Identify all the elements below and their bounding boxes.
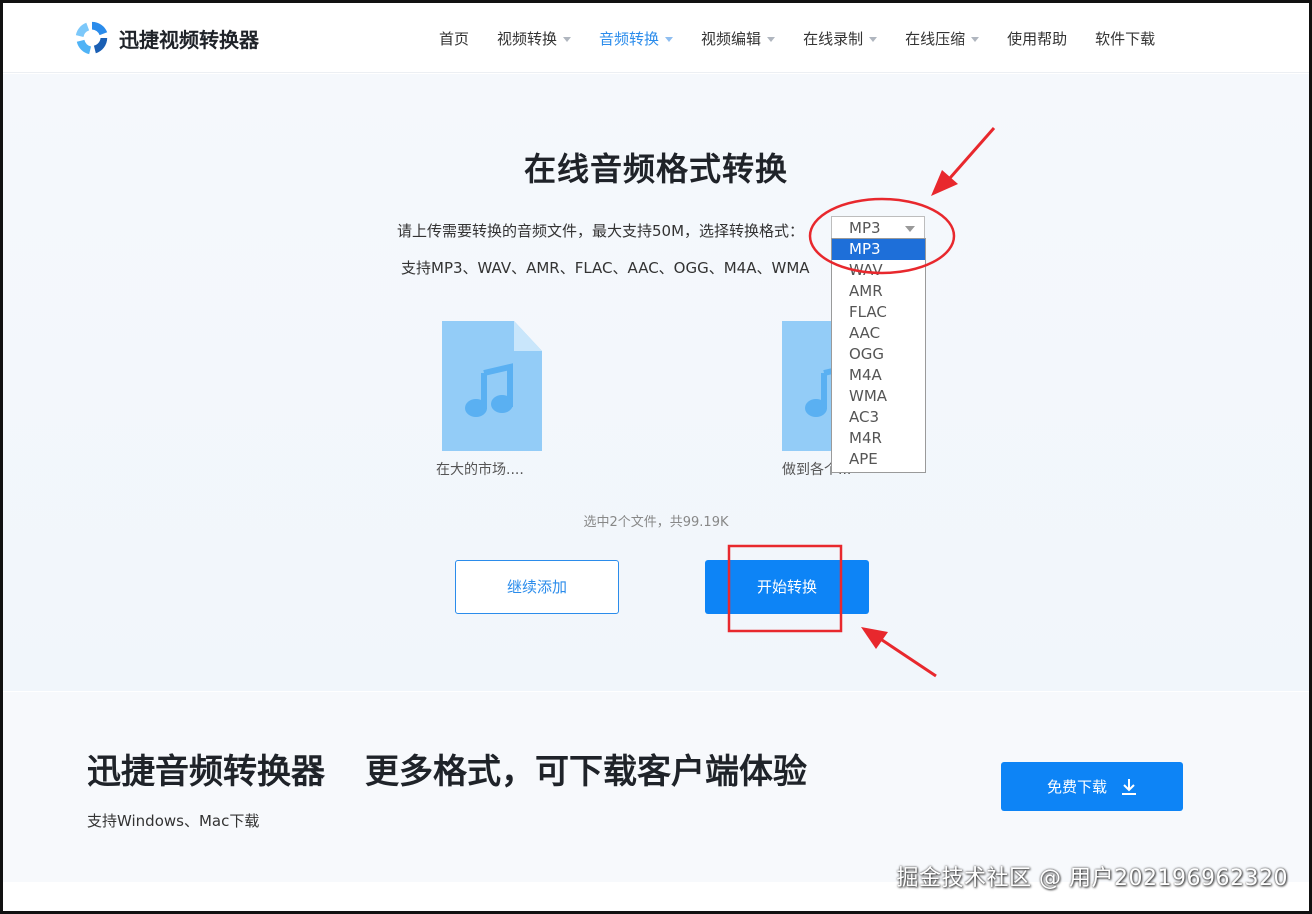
- nav-label: 视频转换: [497, 29, 558, 48]
- caret-down-icon: [563, 36, 572, 42]
- caret-down-icon: [665, 36, 674, 42]
- main-nav: 首页 视频转换 音频转换 视频编辑 在线录制 在线压缩 使用帮助 软件下载: [425, 3, 1169, 73]
- format-option-amr[interactable]: AMR: [832, 281, 925, 302]
- format-option-ape[interactable]: APE: [832, 449, 925, 470]
- caret-down-icon: [767, 36, 776, 42]
- logo[interactable]: 迅捷视频转换器: [73, 19, 259, 57]
- format-option-ogg[interactable]: OGG: [832, 344, 925, 365]
- nav-online-record[interactable]: 在线录制: [789, 3, 891, 73]
- promo-title-tagline: 更多格式，可下载客户端体验: [365, 752, 807, 792]
- format-option-aac[interactable]: AAC: [832, 323, 925, 344]
- start-convert-button[interactable]: 开始转换: [705, 560, 869, 614]
- nav-online-compress[interactable]: 在线压缩: [891, 3, 993, 73]
- nav-label: 视频编辑: [701, 29, 762, 48]
- supported-formats-text: 支持MP3、WAV、AMR、FLAC、AAC、OGG、M4A、WMA: [401, 259, 810, 277]
- site-header: 迅捷视频转换器 首页 视频转换 音频转换 视频编辑 在线录制 在线压缩 使用帮助…: [3, 3, 1309, 73]
- continue-add-button[interactable]: 继续添加: [455, 560, 619, 614]
- format-option-m4a[interactable]: M4A: [832, 365, 925, 386]
- nav-audio-convert[interactable]: 音频转换: [585, 3, 687, 73]
- promo-subtitle: 支持Windows、Mac下载: [87, 812, 260, 830]
- format-option-m4r[interactable]: M4R: [832, 428, 925, 449]
- converter-panel: 在线音频格式转换 请上传需要转换的音频文件，最大支持50M，选择转换格式： 支持…: [3, 74, 1309, 691]
- format-option-wma[interactable]: WMA: [832, 386, 925, 407]
- promo-title-product: 迅捷音频转换器: [87, 752, 325, 792]
- nav-software-download[interactable]: 软件下载: [1081, 3, 1169, 73]
- nav-video-convert[interactable]: 视频转换: [483, 3, 585, 73]
- selection-summary: 选中2个文件，共99.19K: [583, 515, 729, 530]
- format-select-value: MP3: [849, 219, 881, 237]
- promo-title: 迅捷音频转换器 更多格式，可下载客户端体验: [87, 744, 807, 793]
- audio-file-icon: [442, 321, 542, 451]
- logo-text: 迅捷视频转换器: [119, 27, 259, 52]
- nav-video-edit[interactable]: 视频编辑: [687, 3, 789, 73]
- file-name: 在大的市场....: [436, 462, 524, 478]
- free-download-label: 免费下载: [1046, 778, 1107, 796]
- format-option-ac3[interactable]: AC3: [832, 407, 925, 428]
- nav-label: 在线压缩: [905, 29, 966, 48]
- free-download-button[interactable]: 免费下载: [1001, 762, 1183, 811]
- chevron-down-icon: [905, 226, 915, 232]
- format-dropdown-list: MP3 WAV AMR FLAC AAC OGG M4A WMA AC3 M4R…: [831, 238, 926, 473]
- nav-label: 首页: [439, 29, 470, 48]
- nav-label: 音频转换: [599, 29, 660, 48]
- promo-section: 迅捷音频转换器 更多格式，可下载客户端体验 支持Windows、Mac下载 免费下…: [3, 692, 1309, 882]
- nav-home[interactable]: 首页: [425, 3, 483, 73]
- download-icon: [1122, 778, 1136, 795]
- format-option-wav[interactable]: WAV: [832, 260, 925, 281]
- format-select[interactable]: MP3: [831, 216, 925, 240]
- format-option-flac[interactable]: FLAC: [832, 302, 925, 323]
- caret-down-icon: [971, 36, 980, 42]
- watermark: 掘金技术社区 @ 用户202196962320: [896, 866, 1288, 891]
- upload-hint: 请上传需要转换的音频文件，最大支持50M，选择转换格式：: [397, 222, 805, 240]
- nav-help[interactable]: 使用帮助: [993, 3, 1081, 73]
- nav-label: 在线录制: [803, 29, 864, 48]
- format-option-mp3[interactable]: MP3: [832, 239, 925, 260]
- page-title: 在线音频格式转换: [523, 150, 788, 188]
- nav-label: 使用帮助: [1007, 29, 1068, 48]
- caret-down-icon: [869, 36, 878, 42]
- nav-label: 软件下载: [1095, 29, 1156, 48]
- logo-icon: [75, 21, 108, 55]
